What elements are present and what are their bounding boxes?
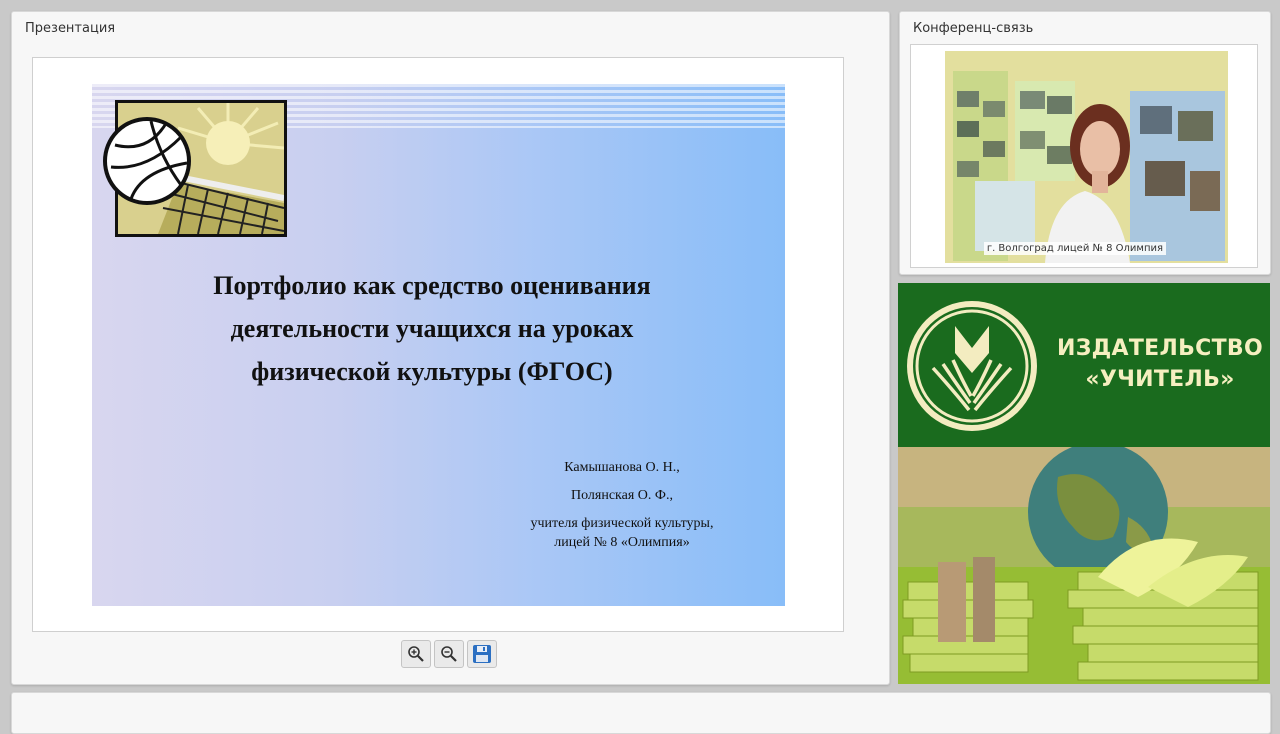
bottom-panel [11,692,1271,734]
publisher-logo-icon [903,298,1041,434]
magnifier-plus-icon [408,646,424,662]
books-globe-banner [898,447,1270,684]
author-line: учителя физической культуры, [530,516,714,531]
slide-viewer: Портфолио как средство оценивания деятел… [32,57,844,632]
slide-title-line: Портфолио как средство оценивания [213,271,651,300]
video-feed: г. Волгоград лицей № 8 Олимпия [945,51,1228,263]
video-caption: г. Волгоград лицей № 8 Олимпия [983,242,1166,255]
author-line: Полянская О. Ф., [571,488,673,503]
publisher-name-line2: «УЧИТЕЛЬ» [1085,367,1235,392]
publisher-name-line1: ИЗДАТЕЛЬСТВО [1057,336,1263,361]
floppy-disk-icon [473,645,491,663]
presentation-panel-title: Презентация [25,21,116,36]
conference-panel: Конференц-связь г. Волгоград лицей № 8 О… [899,11,1271,275]
slide-authors: Камышанова О. Н., Полянская О. Ф., учите… [492,458,752,552]
publisher-name: ИЗДАТЕЛЬСТВО «УЧИТЕЛЬ» [1050,333,1270,395]
author-line: Камышанова О. Н., [564,460,680,475]
slide-title-line: деятельности учащихся на уроках [230,314,634,343]
books-globe-image [898,447,1270,684]
slide: Портфолио как средство оценивания деятел… [92,84,785,606]
magnifier-minus-icon [441,646,457,662]
slide-title-line: физической культуры (ФГОС) [251,357,613,386]
conference-panel-title: Конференц-связь [913,21,1034,36]
zoom-out-button[interactable] [434,640,464,668]
slide-title: Портфолио как средство оценивания деятел… [112,264,752,393]
presentation-panel: Презентация Портфолио как средство оцени… [11,11,890,685]
volleyball-icon [101,115,193,207]
zoom-in-button[interactable] [401,640,431,668]
author-line: лицей № 8 «Олимпия» [554,535,690,550]
save-button[interactable] [467,640,497,668]
video-frame: г. Волгоград лицей № 8 Олимпия [910,44,1258,268]
publisher-banner: ИЗДАТЕЛЬСТВО «УЧИТЕЛЬ» [898,283,1270,447]
